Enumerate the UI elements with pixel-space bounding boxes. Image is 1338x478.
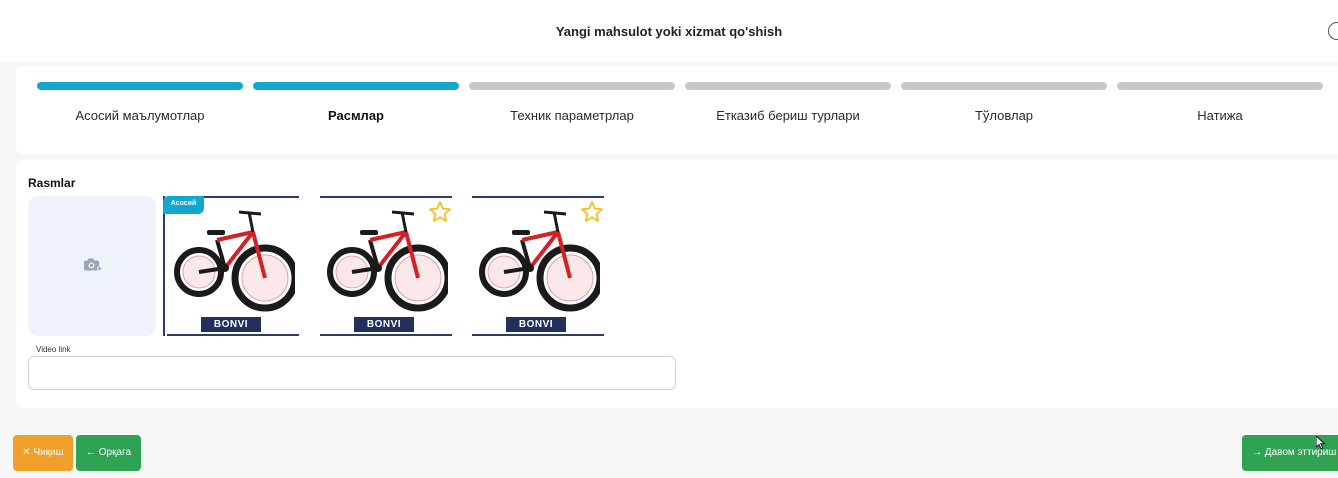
brand-label: BONVI [506, 317, 566, 332]
camera-add-icon [84, 258, 102, 271]
step-progress-bar [1117, 82, 1323, 90]
step-label: Расмлар [327, 108, 384, 123]
image-upload-button[interactable] [28, 196, 156, 336]
thumb-frame [472, 334, 604, 336]
exit-button[interactable]: ✕ Чиқиш [13, 435, 73, 471]
star-outline-icon[interactable] [580, 200, 604, 224]
step-progress-bar [253, 82, 459, 90]
step-technical-params[interactable]: Техник параметрлар [469, 66, 675, 154]
product-image-thumb[interactable]: BONVI [316, 196, 452, 336]
step-label: Етказиб бериш турлари [716, 108, 860, 123]
step-label: Натижа [1197, 108, 1243, 123]
main-image-badge: Асосий [163, 196, 204, 214]
mouse-cursor-icon [1316, 436, 1326, 450]
product-image-thumb[interactable]: BONVI Асосий [163, 196, 299, 336]
step-progress-bar [469, 82, 675, 90]
step-label: Асосий маълумотлар [75, 108, 205, 123]
step-images[interactable]: Расмлар [253, 66, 459, 154]
section-title: Rasmlar [28, 176, 76, 190]
thumb-frame [472, 196, 604, 198]
add-product-modal: Yangi mahsulot yoki xizmat qo'shish Асос… [0, 0, 1338, 478]
brand-label: BONVI [201, 317, 261, 332]
step-progress-bar [37, 82, 243, 90]
step-label: Тўловлар [974, 108, 1034, 123]
thumb-frame [163, 196, 165, 336]
thumb-frame [320, 196, 452, 198]
stepper: Асосий маълумотлар Расмлар Техник параме… [16, 66, 1338, 154]
modal-title: Yangi mahsulot yoki xizmat qo'shish [555, 24, 783, 39]
step-progress-bar [685, 82, 891, 90]
thumb-frame [320, 334, 452, 336]
video-link-input[interactable] [28, 356, 676, 390]
step-payments[interactable]: Тўловлар [901, 66, 1107, 154]
step-result[interactable]: Натижа [1117, 66, 1323, 154]
images-section: Rasmlar BONVI Асосий BONVI BONVI Video l… [16, 160, 1338, 408]
bicycle-image [174, 210, 295, 312]
step-label: Техник параметрлар [510, 108, 634, 123]
thumb-frame [167, 334, 299, 336]
step-progress-bar [901, 82, 1107, 90]
step-delivery-types[interactable]: Етказиб бериш турлари [685, 66, 891, 154]
step-basic-info[interactable]: Асосий маълумотлар [37, 66, 243, 154]
video-link-label: Video link [36, 345, 71, 354]
modal-header: Yangi mahsulot yoki xizmat qo'shish [0, 0, 1338, 62]
star-outline-icon[interactable] [428, 200, 452, 224]
back-button[interactable]: ← Орқага [76, 435, 141, 471]
product-image-thumb[interactable]: BONVI [468, 196, 604, 336]
brand-label: BONVI [354, 317, 414, 332]
